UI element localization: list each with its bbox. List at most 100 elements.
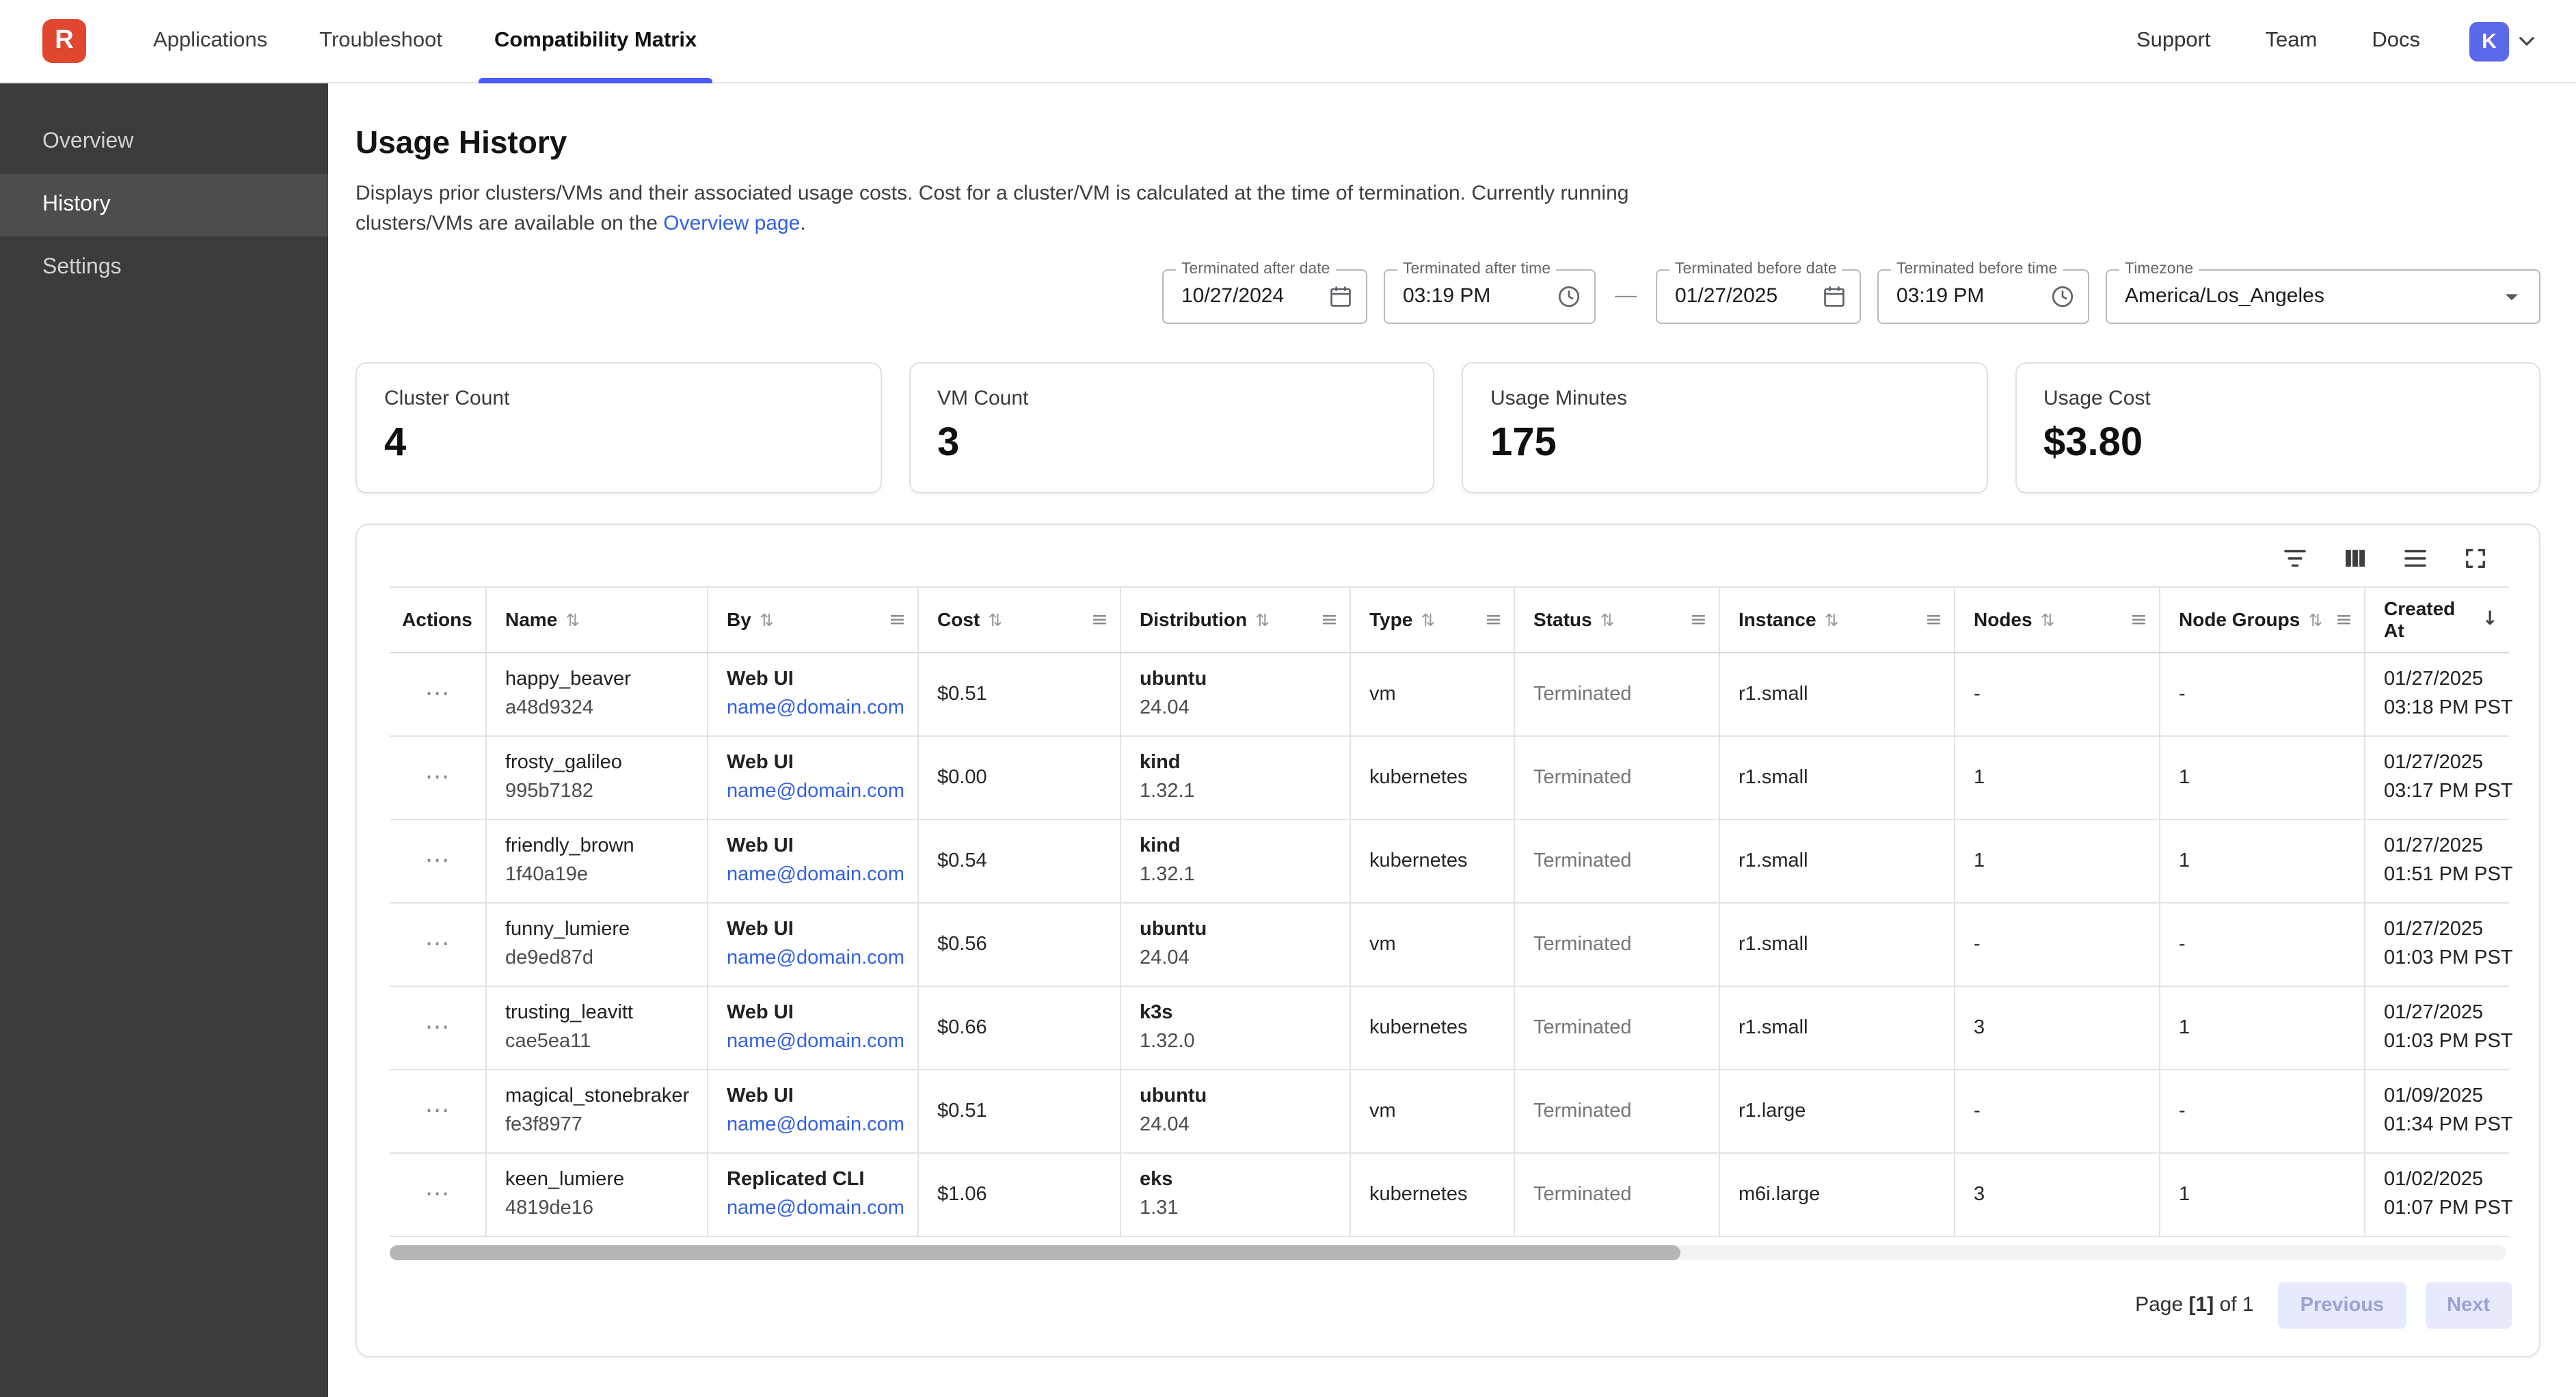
column-header-created-at[interactable]: Created At↓: [2365, 587, 2509, 651]
row-actions-button[interactable]: ⋯: [425, 1182, 450, 1206]
column-menu-icon[interactable]: ≡: [1690, 607, 1707, 632]
clock-icon[interactable]: [2050, 283, 2076, 309]
row-actions-button[interactable]: ⋯: [425, 765, 450, 789]
column-menu-icon[interactable]: ≡: [2335, 607, 2352, 632]
docs-link[interactable]: Docs: [2372, 29, 2420, 53]
sort-icon[interactable]: ⇅: [2041, 609, 2055, 629]
sidebar-item-settings[interactable]: Settings: [0, 236, 328, 299]
column-menu-icon[interactable]: ≡: [1321, 607, 1338, 632]
sort-icon[interactable]: ⇅: [565, 609, 580, 629]
columns-button[interactable]: [2341, 543, 2370, 572]
terminated-after-date-field[interactable]: Terminated after date 10/27/2024: [1162, 269, 1367, 323]
row-actions-button[interactable]: ⋯: [425, 681, 450, 706]
stat-value: 4: [384, 420, 853, 465]
column-menu-icon[interactable]: ≡: [1925, 607, 1942, 632]
tab-compatibility-matrix[interactable]: Compatibility Matrix: [479, 0, 712, 83]
sidebar-item-history[interactable]: History: [0, 174, 328, 236]
nodes-value: -: [1974, 1100, 1981, 1122]
table-body: ⋯ happy_beaver a48d9324 Web UI name@doma…: [390, 652, 2509, 1236]
column-menu-icon[interactable]: ≡: [889, 607, 906, 632]
replicated-logo[interactable]: R: [42, 19, 86, 63]
column-header-actions: Actions: [390, 587, 485, 651]
column-menu-icon[interactable]: ≡: [1485, 607, 1502, 632]
terminated-before-date-value: 01/27/2025: [1675, 284, 1777, 308]
page-description: Displays prior clusters/VMs and their as…: [355, 179, 1648, 239]
node-groups-value: -: [2179, 1100, 2186, 1122]
created-by-email-link[interactable]: name@domain.com: [727, 1027, 906, 1055]
sort-icon[interactable]: ⇅: [2308, 609, 2322, 629]
column-header-nodes[interactable]: Nodes⇅≡: [1955, 587, 2158, 651]
row-actions-button[interactable]: ⋯: [425, 848, 450, 873]
cost-value: $0.54: [937, 850, 987, 871]
column-menu-icon[interactable]: ≡: [1091, 607, 1108, 632]
account-menu-button[interactable]: K: [2469, 21, 2540, 61]
clock-icon[interactable]: [1556, 283, 1582, 309]
tab-troubleshoot[interactable]: Troubleshoot: [304, 0, 457, 83]
sort-icon[interactable]: ⇅: [1600, 609, 1615, 629]
row-actions-button[interactable]: ⋯: [425, 1015, 450, 1040]
row-actions-button[interactable]: ⋯: [425, 932, 450, 956]
horizontal-scrollbar[interactable]: [390, 1245, 2506, 1260]
timezone-select[interactable]: Timezone America/Los_Angeles: [2106, 269, 2540, 323]
distribution-name: ubuntu: [1140, 666, 1338, 694]
column-menu-icon[interactable]: ≡: [2130, 607, 2147, 632]
nodes-value: 3: [1974, 1016, 1985, 1038]
cost-value: $0.51: [937, 683, 987, 705]
main-content: Usage History Displays prior clusters/VM…: [328, 83, 2576, 1397]
sort-icon[interactable]: ⇅: [988, 609, 1002, 629]
density-button[interactable]: [2401, 543, 2430, 572]
column-header-type[interactable]: Type⇅≡: [1350, 587, 1513, 651]
sort-icon[interactable]: ⇅: [1255, 609, 1270, 629]
created-by-email-link[interactable]: name@domain.com: [727, 944, 906, 972]
created-by-email-link[interactable]: name@domain.com: [727, 694, 906, 722]
body-row: Overview History Settings Usage History …: [0, 83, 2576, 1397]
scrollbar-thumb[interactable]: [390, 1245, 1681, 1260]
sort-icon[interactable]: ⇅: [760, 609, 774, 629]
filter-icon: [2281, 543, 2309, 572]
column-header-instance[interactable]: Instance⇅≡: [1719, 587, 1953, 651]
cluster-name: friendly_brown: [505, 832, 695, 860]
sidebar-item-overview[interactable]: Overview: [0, 111, 328, 174]
tab-applications[interactable]: Applications: [138, 0, 282, 83]
filter-button[interactable]: [2281, 543, 2309, 572]
column-header-cost[interactable]: Cost⇅≡: [918, 587, 1119, 651]
dropdown-arrow-icon[interactable]: [2497, 281, 2527, 311]
node-groups-value: -: [2179, 683, 2186, 705]
calendar-icon[interactable]: [1328, 283, 1354, 309]
overview-page-link[interactable]: Overview page: [663, 212, 800, 235]
fullscreen-button[interactable]: [2461, 543, 2490, 572]
column-header-status[interactable]: Status⇅≡: [1514, 587, 1718, 651]
next-page-button[interactable]: Next: [2425, 1281, 2512, 1328]
cost-value: $1.06: [937, 1183, 987, 1205]
fullscreen-icon: [2461, 543, 2490, 572]
stat-card-usage-cost: Usage Cost $3.80: [2015, 362, 2540, 493]
column-header-distribution[interactable]: Distribution⇅≡: [1121, 587, 1349, 651]
node-groups-value: 1: [2179, 766, 2190, 788]
row-actions-button[interactable]: ⋯: [425, 1098, 450, 1123]
type-value: vm: [1369, 933, 1396, 955]
created-by-email-link[interactable]: name@domain.com: [727, 1111, 906, 1139]
cost-value: $0.66: [937, 1016, 987, 1038]
terminated-before-date-field[interactable]: Terminated before date 01/27/2025: [1656, 269, 1861, 323]
instance-value: r1.large: [1739, 1100, 1806, 1122]
terminated-before-time-field[interactable]: Terminated before time 03:19 PM: [1877, 269, 2089, 323]
column-header-name[interactable]: Name⇅: [486, 587, 706, 651]
table-row: ⋯ friendly_brown 1f40a19e Web UI name@do…: [390, 819, 2509, 902]
calendar-icon[interactable]: [1821, 283, 1847, 309]
distribution-version: 1.32.1: [1140, 860, 1338, 889]
nodes-value: 1: [1974, 850, 1985, 871]
terminated-after-time-field[interactable]: Terminated after time 03:19 PM: [1384, 269, 1596, 323]
created-by-email-link[interactable]: name@domain.com: [727, 1194, 906, 1222]
previous-page-button[interactable]: Previous: [2279, 1281, 2406, 1328]
created-by-email-link[interactable]: name@domain.com: [727, 860, 906, 889]
column-header-node-groups[interactable]: Node Groups⇅≡: [2160, 587, 2363, 651]
sort-icon[interactable]: ⇅: [1421, 609, 1435, 629]
team-link[interactable]: Team: [2266, 29, 2318, 53]
status-value: Terminated: [1533, 933, 1631, 955]
support-link[interactable]: Support: [2136, 29, 2211, 53]
sort-icon[interactable]: ⇅: [1825, 609, 1839, 629]
column-header-by[interactable]: By⇅≡: [708, 587, 917, 651]
created-by-email-link[interactable]: name@domain.com: [727, 777, 906, 805]
density-icon: [2401, 543, 2430, 572]
sort-desc-icon[interactable]: ↓: [2482, 608, 2498, 630]
